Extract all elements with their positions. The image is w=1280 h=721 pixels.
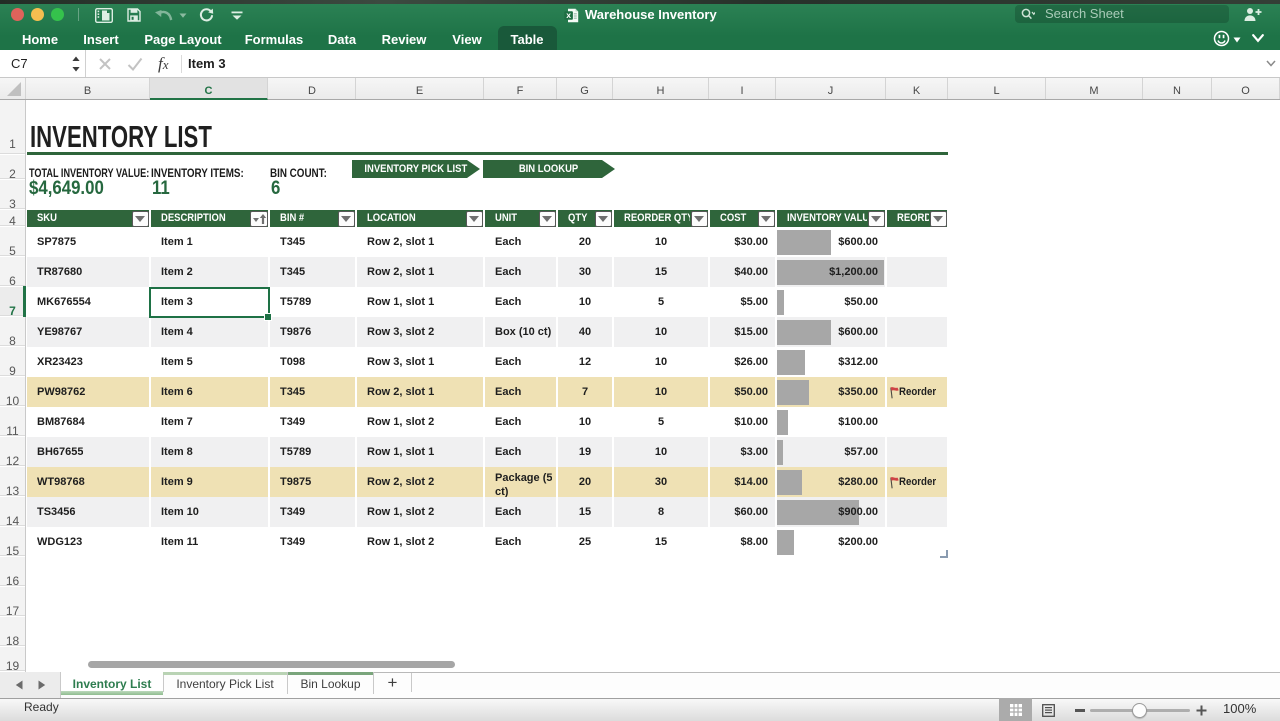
svg-text:x: x	[566, 10, 571, 20]
